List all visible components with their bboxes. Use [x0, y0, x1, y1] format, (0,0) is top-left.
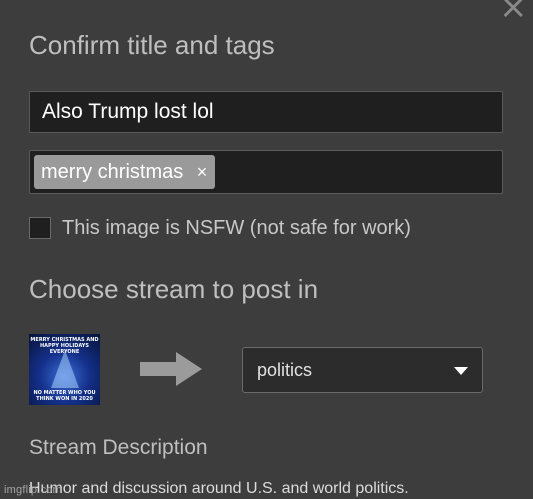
stream-heading: Choose stream to post in [29, 274, 319, 304]
thumbnail-caption-bottom: NO MATTER WHO YOU THINK WON IN 2020 [33, 390, 96, 402]
thumbnail-caption-top: MERRY CHRISTMAS AND HAPPY HOLIDAYS EVERY… [30, 337, 99, 355]
title-input[interactable]: Also Trump lost lol [29, 91, 503, 133]
christmas-tree-graphic [51, 350, 79, 388]
arrow-right-icon [140, 352, 202, 386]
image-thumbnail: MERRY CHRISTMAS AND HAPPY HOLIDAYS EVERY… [29, 334, 100, 405]
caret-down-icon [454, 367, 468, 375]
nsfw-label[interactable]: This image is NSFW (not safe for work) [62, 217, 411, 240]
stream-select-value: politics [257, 360, 313, 380]
stream-description-heading: Stream Description [29, 436, 208, 459]
tags-input[interactable]: merry christmas × [29, 150, 503, 194]
tag-label: merry christmas [41, 161, 184, 183]
confirm-dialog: × Confirm title and tags Also Trump lost… [0, 0, 533, 499]
imgflip-watermark: imgflip.com [4, 484, 62, 496]
nsfw-checkbox[interactable] [29, 217, 51, 239]
dialog-title: Confirm title and tags [29, 30, 275, 60]
stream-description-text: Humor and discussion around U.S. and wor… [29, 480, 409, 497]
tag-chip: merry christmas × [34, 155, 216, 189]
remove-tag-icon[interactable]: × [197, 162, 208, 182]
stream-select[interactable]: politics [242, 347, 483, 393]
close-icon[interactable]: × [499, 0, 528, 24]
